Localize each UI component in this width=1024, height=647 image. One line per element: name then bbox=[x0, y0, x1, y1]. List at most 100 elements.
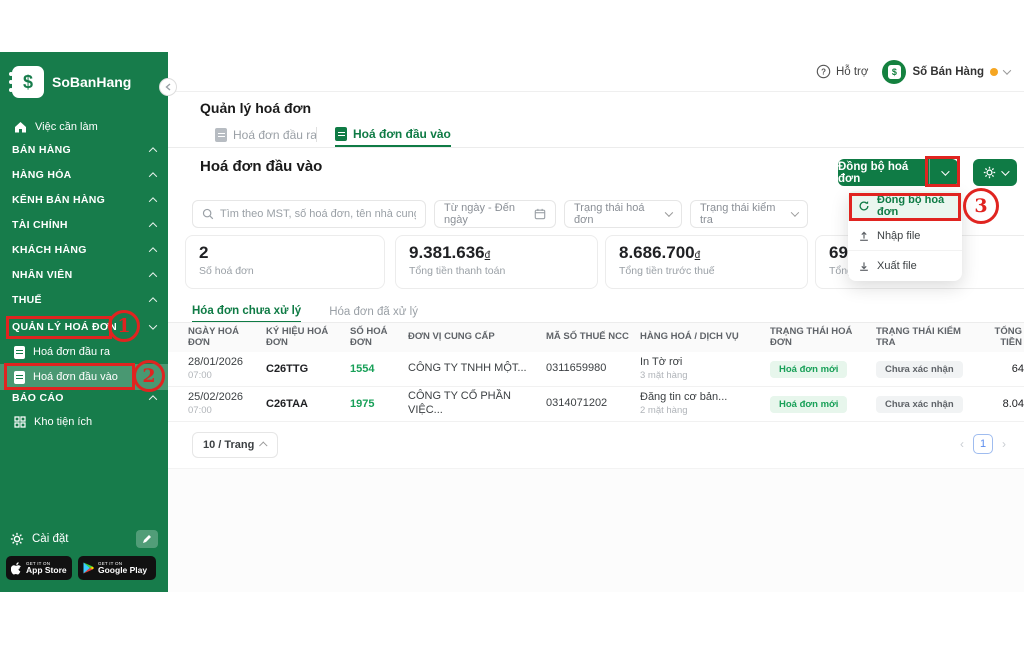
help-button[interactable]: ? Hỗ trợ bbox=[816, 64, 868, 79]
settings-dropdown-button[interactable] bbox=[973, 159, 1017, 186]
sync-dropdown-toggle[interactable] bbox=[929, 159, 958, 186]
app-store-badge[interactable]: GET IT ON App Store bbox=[6, 556, 72, 580]
goods-count: 2 mặt hàng bbox=[640, 404, 688, 416]
invoice-status-badge: Hoá đơn mới bbox=[770, 360, 848, 378]
sidebar-item-label: BÁN HÀNG bbox=[12, 144, 71, 156]
date-range-label: Từ ngày - Đến ngày bbox=[444, 202, 515, 226]
upload-icon bbox=[858, 230, 870, 242]
sync-invoices-button[interactable]: Đồng bộ hoá đơn bbox=[838, 159, 929, 186]
tab-separator bbox=[316, 127, 317, 142]
column-header: SỐ HOÁ ĐƠN bbox=[350, 325, 388, 348]
invoice-date: 25/02/2026 bbox=[188, 391, 244, 404]
goods-count: 3 mặt hàng bbox=[640, 369, 688, 381]
chevron-up-icon bbox=[148, 272, 158, 281]
sidebar-item-hang-hoa[interactable]: HÀNG HÓA bbox=[0, 164, 168, 186]
stat-card-total-paid: 9.381.636đ Tổng tiền thanh toán bbox=[395, 235, 598, 289]
chevron-up-icon bbox=[148, 297, 158, 306]
home-icon bbox=[14, 121, 27, 133]
table-subtabs: Hóa đơn chưa xử lý Hóa đơn đã xử lý bbox=[192, 300, 418, 323]
table-row[interactable]: 28/01/2026 07:00 C26TTG 1554 CÔNG TY TNH… bbox=[168, 352, 1024, 387]
sidebar-item-thue[interactable]: THUẾ bbox=[0, 289, 168, 311]
brand-logo-icon: $ bbox=[9, 66, 44, 98]
sidebar-collapse-button[interactable] bbox=[159, 78, 177, 96]
sidebar-item-bao-cao[interactable]: BÁO CÁO bbox=[0, 387, 168, 409]
store-badges: GET IT ON App Store GET IT ON Google Pla… bbox=[6, 556, 156, 580]
invoice-total: 64 bbox=[1011, 363, 1024, 375]
menu-item-label: Đồng bộ hoá đơn bbox=[877, 193, 945, 218]
column-header: TỔNG TIỀN bbox=[994, 325, 1022, 348]
sidebar-item-khach-hang[interactable]: KHÁCH HÀNG bbox=[0, 239, 168, 261]
gear-icon bbox=[983, 166, 996, 179]
sidebar-item-label: NHÂN VIÊN bbox=[12, 269, 73, 281]
store-name: App Store bbox=[26, 565, 67, 575]
next-page-button[interactable]: › bbox=[1002, 437, 1006, 451]
settings-row[interactable]: Cài đặt bbox=[0, 527, 168, 551]
invoice-serial: C26TTG bbox=[266, 363, 309, 375]
sidebar-item-kho-tien-ich[interactable]: Kho tiện ích bbox=[0, 411, 168, 433]
date-range-picker[interactable]: Từ ngày - Đến ngày bbox=[434, 200, 556, 228]
chevron-up-icon bbox=[148, 147, 158, 156]
sidebar-item-label: Kho tiện ích bbox=[34, 416, 93, 428]
invoice-status-badge: Hoá đơn mới bbox=[770, 395, 848, 413]
question-circle-icon: ? bbox=[816, 64, 831, 79]
chevron-up-icon bbox=[148, 197, 158, 206]
tab-hoa-don-dau-vao[interactable]: Hoá đơn đầu vào bbox=[335, 122, 451, 147]
sidebar-item-ban-hang[interactable]: BÁN HÀNG bbox=[0, 139, 168, 161]
tab-bar: Hoá đơn đầu ra Hoá đơn đầu vào bbox=[168, 122, 1024, 148]
avatar: $ bbox=[882, 59, 907, 84]
google-play-badge[interactable]: GET IT ON Google Play bbox=[78, 556, 156, 580]
store-name: Google Play bbox=[98, 565, 148, 575]
sidebar-item-kenh-ban-hang[interactable]: KÊNH BÁN HÀNG bbox=[0, 189, 168, 211]
stat-value: 8.686.700 bbox=[619, 243, 695, 262]
subtab-chua-xu-ly[interactable]: Hóa đơn chưa xử lý bbox=[192, 300, 302, 323]
screenshot-canvas: $ SoBanHang Việc cần làm BÁN HÀNG HÀNG H… bbox=[0, 0, 1024, 647]
chevron-down-icon bbox=[941, 166, 950, 176]
refresh-icon bbox=[858, 200, 870, 212]
previous-page-button[interactable]: ‹ bbox=[960, 437, 964, 451]
current-page-button[interactable]: 1 bbox=[973, 434, 993, 454]
chevron-down-icon bbox=[790, 208, 800, 217]
stat-label: Tổng tiền trước thuế bbox=[619, 265, 715, 277]
invoice-number[interactable]: 1975 bbox=[350, 398, 400, 410]
menu-item-dong-bo-hoa-don[interactable]: Đồng bộ hoá đơn bbox=[848, 191, 962, 221]
search-input[interactable] bbox=[220, 208, 416, 220]
edit-button[interactable] bbox=[136, 530, 158, 548]
sidebar-item-label: BÁO CÁO bbox=[12, 392, 64, 404]
table-row[interactable]: 25/02/2026 07:00 C26TAA 1975 CÔNG TY CỔ … bbox=[168, 387, 1024, 422]
app-window: $ SoBanHang Việc cần làm BÁN HÀNG HÀNG H… bbox=[0, 52, 1024, 592]
sidebar-item-label: KHÁCH HÀNG bbox=[12, 244, 87, 256]
section-title: Hoá đơn đầu vào bbox=[200, 158, 323, 175]
page-size-select[interactable]: 10 / Trang bbox=[192, 432, 279, 458]
chevron-down-icon bbox=[1002, 65, 1012, 75]
stat-label: Tổng tiền thanh toán bbox=[409, 265, 506, 277]
account-menu[interactable]: $ Số Bán Hàng bbox=[882, 59, 1012, 84]
sidebar-item-quan-ly-hoa-don[interactable]: QUẢN LÝ HOÁ ĐƠN bbox=[0, 316, 168, 338]
sidebar-item-label: Hoá đơn đầu vào bbox=[33, 371, 118, 383]
menu-item-xuat-file[interactable]: Xuất file bbox=[848, 251, 962, 281]
svg-text:?: ? bbox=[821, 67, 826, 76]
sidebar-item-viec-can-lam[interactable]: Việc cần làm bbox=[0, 116, 168, 138]
menu-item-nhap-file[interactable]: Nhập file bbox=[848, 221, 962, 251]
column-header: TRẠNG THÁI HOÁ ĐƠN bbox=[770, 325, 853, 348]
chevron-down-icon bbox=[665, 208, 674, 217]
menu-item-label: Xuất file bbox=[877, 260, 917, 272]
document-plus-icon bbox=[14, 370, 25, 384]
brand-logo[interactable]: $ SoBanHang bbox=[9, 66, 131, 98]
tab-hoa-don-dau-ra[interactable]: Hoá đơn đầu ra bbox=[215, 122, 317, 147]
main-content: ? Hỗ trợ $ Số Bán Hàng Quản lý hoá đơn H… bbox=[168, 52, 1024, 592]
chevron-down-icon bbox=[1001, 166, 1010, 176]
google-play-icon bbox=[83, 562, 94, 574]
invoice-status-select[interactable]: Trạng thái hoá đơn bbox=[564, 200, 682, 228]
check-status-select[interactable]: Trạng thái kiểm tra bbox=[690, 200, 808, 228]
search-field[interactable] bbox=[192, 200, 426, 228]
invoice-time: 07:00 bbox=[188, 369, 212, 381]
subtab-da-xu-ly[interactable]: Hóa đơn đã xử lý bbox=[329, 300, 418, 323]
invoice-number[interactable]: 1554 bbox=[350, 363, 400, 375]
column-header: NGÀY HOÁ ĐƠN bbox=[188, 325, 240, 348]
column-header: ĐƠN VỊ CUNG CẤP bbox=[408, 331, 495, 343]
sidebar-item-nhan-vien[interactable]: NHÂN VIÊN bbox=[0, 264, 168, 286]
column-header: HÀNG HOÁ / DỊCH VỤ bbox=[640, 331, 739, 343]
page-title: Quản lý hoá đơn bbox=[200, 100, 312, 116]
sidebar-item-tai-chinh[interactable]: TÀI CHÍNH bbox=[0, 214, 168, 236]
sidebar-item-hoa-don-dau-ra[interactable]: Hoá đơn đầu ra bbox=[0, 341, 168, 363]
